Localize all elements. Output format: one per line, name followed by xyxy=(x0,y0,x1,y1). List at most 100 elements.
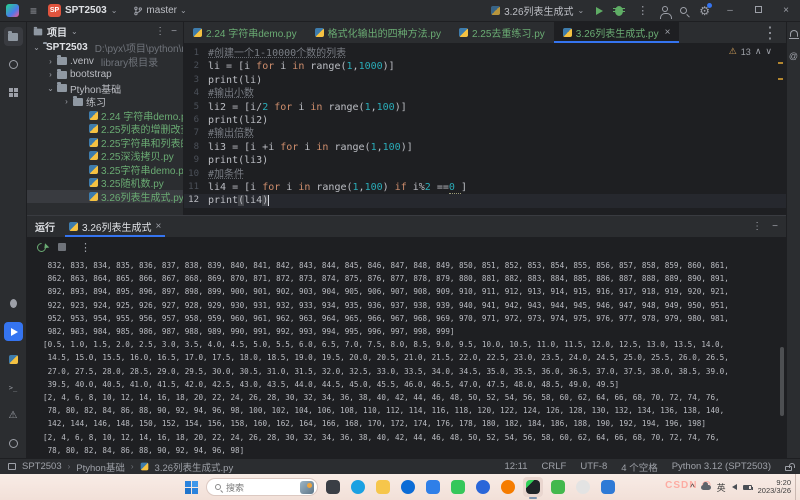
taskbar-pycharm-icon[interactable] xyxy=(523,477,543,497)
main-menu-icon[interactable]: ≡ xyxy=(27,6,40,16)
tray-expand-icon[interactable]: ^ xyxy=(690,482,694,492)
git-branch-widget[interactable]: master ⌄ xyxy=(133,5,186,16)
commit-tool-button[interactable] xyxy=(4,55,23,74)
next-problem-icon[interactable]: ∨ xyxy=(765,46,772,57)
chevron-icon[interactable]: ⌄ xyxy=(33,43,40,52)
code-line[interactable]: 8li3 = [i +i for i in range(1,100)] xyxy=(184,141,786,154)
terminal-tool-button[interactable]: >_ xyxy=(4,378,23,397)
console-line[interactable]: [0.5, 1.0, 1.5, 2.0, 2.5, 3.0, 3.5, 4.0,… xyxy=(43,338,786,351)
tree-item[interactable]: 2.25深浅拷贝.py xyxy=(27,149,183,163)
taskbar-wechat-icon[interactable] xyxy=(448,477,468,497)
debug-tool-button[interactable] xyxy=(4,294,23,313)
tree-item[interactable]: 2.24 字符串demo.py xyxy=(27,109,183,123)
structure-tool-button[interactable] xyxy=(4,83,23,102)
inspections-widget[interactable]: ⚠ 13 ∧ ∨ xyxy=(729,46,772,57)
tree-item[interactable]: 2.25字符串和列表的转换.py xyxy=(27,136,183,150)
code-line[interactable]: 3print(li) xyxy=(184,74,786,87)
console-line[interactable]: [2, 4, 6, 8, 10, 12, 14, 16, 18, 20, 22,… xyxy=(43,391,786,404)
more-actions-icon[interactable]: ⋮ xyxy=(78,241,93,254)
tree-item[interactable]: ›bootstrap xyxy=(27,68,183,82)
taskbar-firefox-icon[interactable] xyxy=(498,477,518,497)
code-line[interactable]: 11li4 = [i for i in range(1,100) if i%2 … xyxy=(184,181,786,194)
ai-assistant-icon[interactable]: @ xyxy=(789,51,798,61)
close-button[interactable]: × xyxy=(778,5,794,16)
console-scrollbar[interactable] xyxy=(780,347,784,415)
hide-panel-icon[interactable]: − xyxy=(171,26,177,37)
console-line[interactable]: 922, 923, 924, 925, 926, 927, 928, 929, … xyxy=(43,299,786,312)
battery-icon[interactable] xyxy=(743,485,752,490)
run-configuration-select[interactable]: 3.26列表生成式 ⌄ xyxy=(491,3,584,18)
python-console-tool-button[interactable] xyxy=(4,350,23,369)
taskbar-edge-browser-icon[interactable] xyxy=(398,477,418,497)
chevron-icon[interactable]: ⌄ xyxy=(47,84,54,93)
debug-button[interactable] xyxy=(615,6,623,16)
more-actions-icon[interactable]: ⋮ xyxy=(155,26,165,37)
rerun-icon[interactable] xyxy=(35,241,48,254)
console-line[interactable]: 952, 953, 954, 955, 956, 957, 958, 959, … xyxy=(43,312,786,325)
services-tool-button[interactable] xyxy=(4,434,23,453)
console-line[interactable]: 39.5, 40.0, 40.5, 41.0, 41.5, 42.0, 42.5… xyxy=(43,378,786,391)
chevron-icon[interactable]: › xyxy=(63,97,70,106)
run-tab[interactable]: 3.26列表生成式 × xyxy=(65,216,165,237)
run-tool-button[interactable] xyxy=(4,322,23,341)
taskbar-app-light-icon[interactable] xyxy=(573,477,593,497)
code-line[interactable]: 7#输出倍数 xyxy=(184,127,786,140)
project-widget[interactable]: SP SPT2503 ⌄ xyxy=(48,4,117,17)
taskbar-app-blue-l-icon[interactable] xyxy=(473,477,493,497)
line-ending[interactable]: CRLF xyxy=(542,461,567,472)
tree-item[interactable]: ⌄SPT2503D:\pyx\项目\python\myflask xyxy=(27,41,183,55)
code-line[interactable]: 6print(li2) xyxy=(184,114,786,127)
search-everywhere-icon[interactable] xyxy=(680,7,687,14)
console-line[interactable]: 142, 144, 146, 148, 150, 152, 154, 156, … xyxy=(43,417,786,430)
caret-position[interactable]: 12:11 xyxy=(504,461,527,472)
editor-tab[interactable]: 2.25去重练习.py xyxy=(450,22,554,43)
chevron-icon[interactable]: › xyxy=(47,70,54,79)
console-line[interactable]: 14.5, 15.0, 15.5, 16.0, 16.5, 17.0, 17.5… xyxy=(43,351,786,364)
console-line[interactable]: 982, 983, 984, 985, 986, 987, 988, 989, … xyxy=(43,325,786,338)
breadcrumb-folder[interactable]: Ptyhon基础 xyxy=(76,460,125,474)
start-button[interactable] xyxy=(182,477,201,497)
project-panel-header[interactable]: 项目 ⌄ ⋮ − xyxy=(27,22,183,41)
run-console-output[interactable]: 832, 833, 834, 835, 836, 837, 838, 839, … xyxy=(27,257,786,458)
taskbar-app-green-icon[interactable] xyxy=(548,477,568,497)
tree-item[interactable]: 3.26列表生成式.py xyxy=(27,190,183,204)
taskbar-microsoft-store-icon[interactable] xyxy=(423,477,443,497)
tree-item[interactable]: ›练习 xyxy=(27,95,183,109)
tab-options-icon[interactable]: ⋮ xyxy=(762,23,778,43)
tree-item[interactable]: 3.25随机数.py xyxy=(27,176,183,190)
code-editor[interactable]: 1#创建一个1-10000个数的列表2li = [i for i in rang… xyxy=(184,44,786,215)
minimize-button[interactable]: – xyxy=(722,5,738,16)
console-line[interactable]: 892, 893, 894, 895, 896, 897, 898, 899, … xyxy=(43,285,786,298)
code-with-me-icon[interactable] xyxy=(662,6,668,12)
console-line[interactable]: [2, 4, 6, 8, 10, 12, 14, 16, 18, 20, 22,… xyxy=(43,431,786,444)
code-line[interactable]: 10#加条件 xyxy=(184,168,786,181)
code-line[interactable]: 4#输出小数 xyxy=(184,87,786,100)
taskbar-app-window-icon[interactable] xyxy=(323,477,343,497)
breadcrumb-file[interactable]: 3.26列表生成式.py xyxy=(155,460,234,474)
tree-item[interactable]: ›.venvlibrary根目录 xyxy=(27,55,183,69)
run-button[interactable] xyxy=(596,7,603,15)
maximize-button[interactable] xyxy=(750,5,766,16)
weather-widget-icon[interactable] xyxy=(300,481,314,494)
taskbar-search[interactable]: 搜索 xyxy=(206,478,318,496)
console-line[interactable]: 27.0, 27.5, 28.0, 28.5, 29.0, 29.5, 30.0… xyxy=(43,365,786,378)
project-tool-button[interactable] xyxy=(4,27,23,46)
code-line[interactable]: 1#创建一个1-10000个数的列表 xyxy=(184,47,786,60)
code-line[interactable]: 2li = [i for i in range(1,1000)] xyxy=(184,60,786,73)
onedrive-cloud-icon[interactable] xyxy=(701,485,711,490)
editor-tab[interactable]: 3.26列表生成式.py× xyxy=(554,22,680,43)
code-line[interactable]: 5li2 = [i/2 for i in range(1,100)] xyxy=(184,101,786,114)
problems-tool-button[interactable]: ⚠ xyxy=(4,406,23,425)
stop-icon[interactable] xyxy=(58,243,66,251)
taskbar-browser-teal-icon[interactable] xyxy=(348,477,368,497)
console-line[interactable]: 78, 80, 82, 84, 86, 88, 90, 92, 94, 96, … xyxy=(43,444,786,457)
taskbar-clock[interactable]: 9:20 2023/3/26 xyxy=(758,479,791,496)
prev-problem-icon[interactable]: ∧ xyxy=(755,46,762,57)
close-icon[interactable]: × xyxy=(665,27,671,38)
code-line[interactable]: 9print(li3) xyxy=(184,154,786,167)
tree-item[interactable]: 3.25字符串demo.py xyxy=(27,163,183,177)
ime-indicator[interactable]: 英 xyxy=(717,481,726,494)
taskbar-app-blue-square-icon[interactable] xyxy=(598,477,618,497)
editor-tab[interactable]: 2.24 字符串demo.py xyxy=(184,22,306,43)
console-line[interactable]: 832, 833, 834, 835, 836, 837, 838, 839, … xyxy=(43,259,786,272)
